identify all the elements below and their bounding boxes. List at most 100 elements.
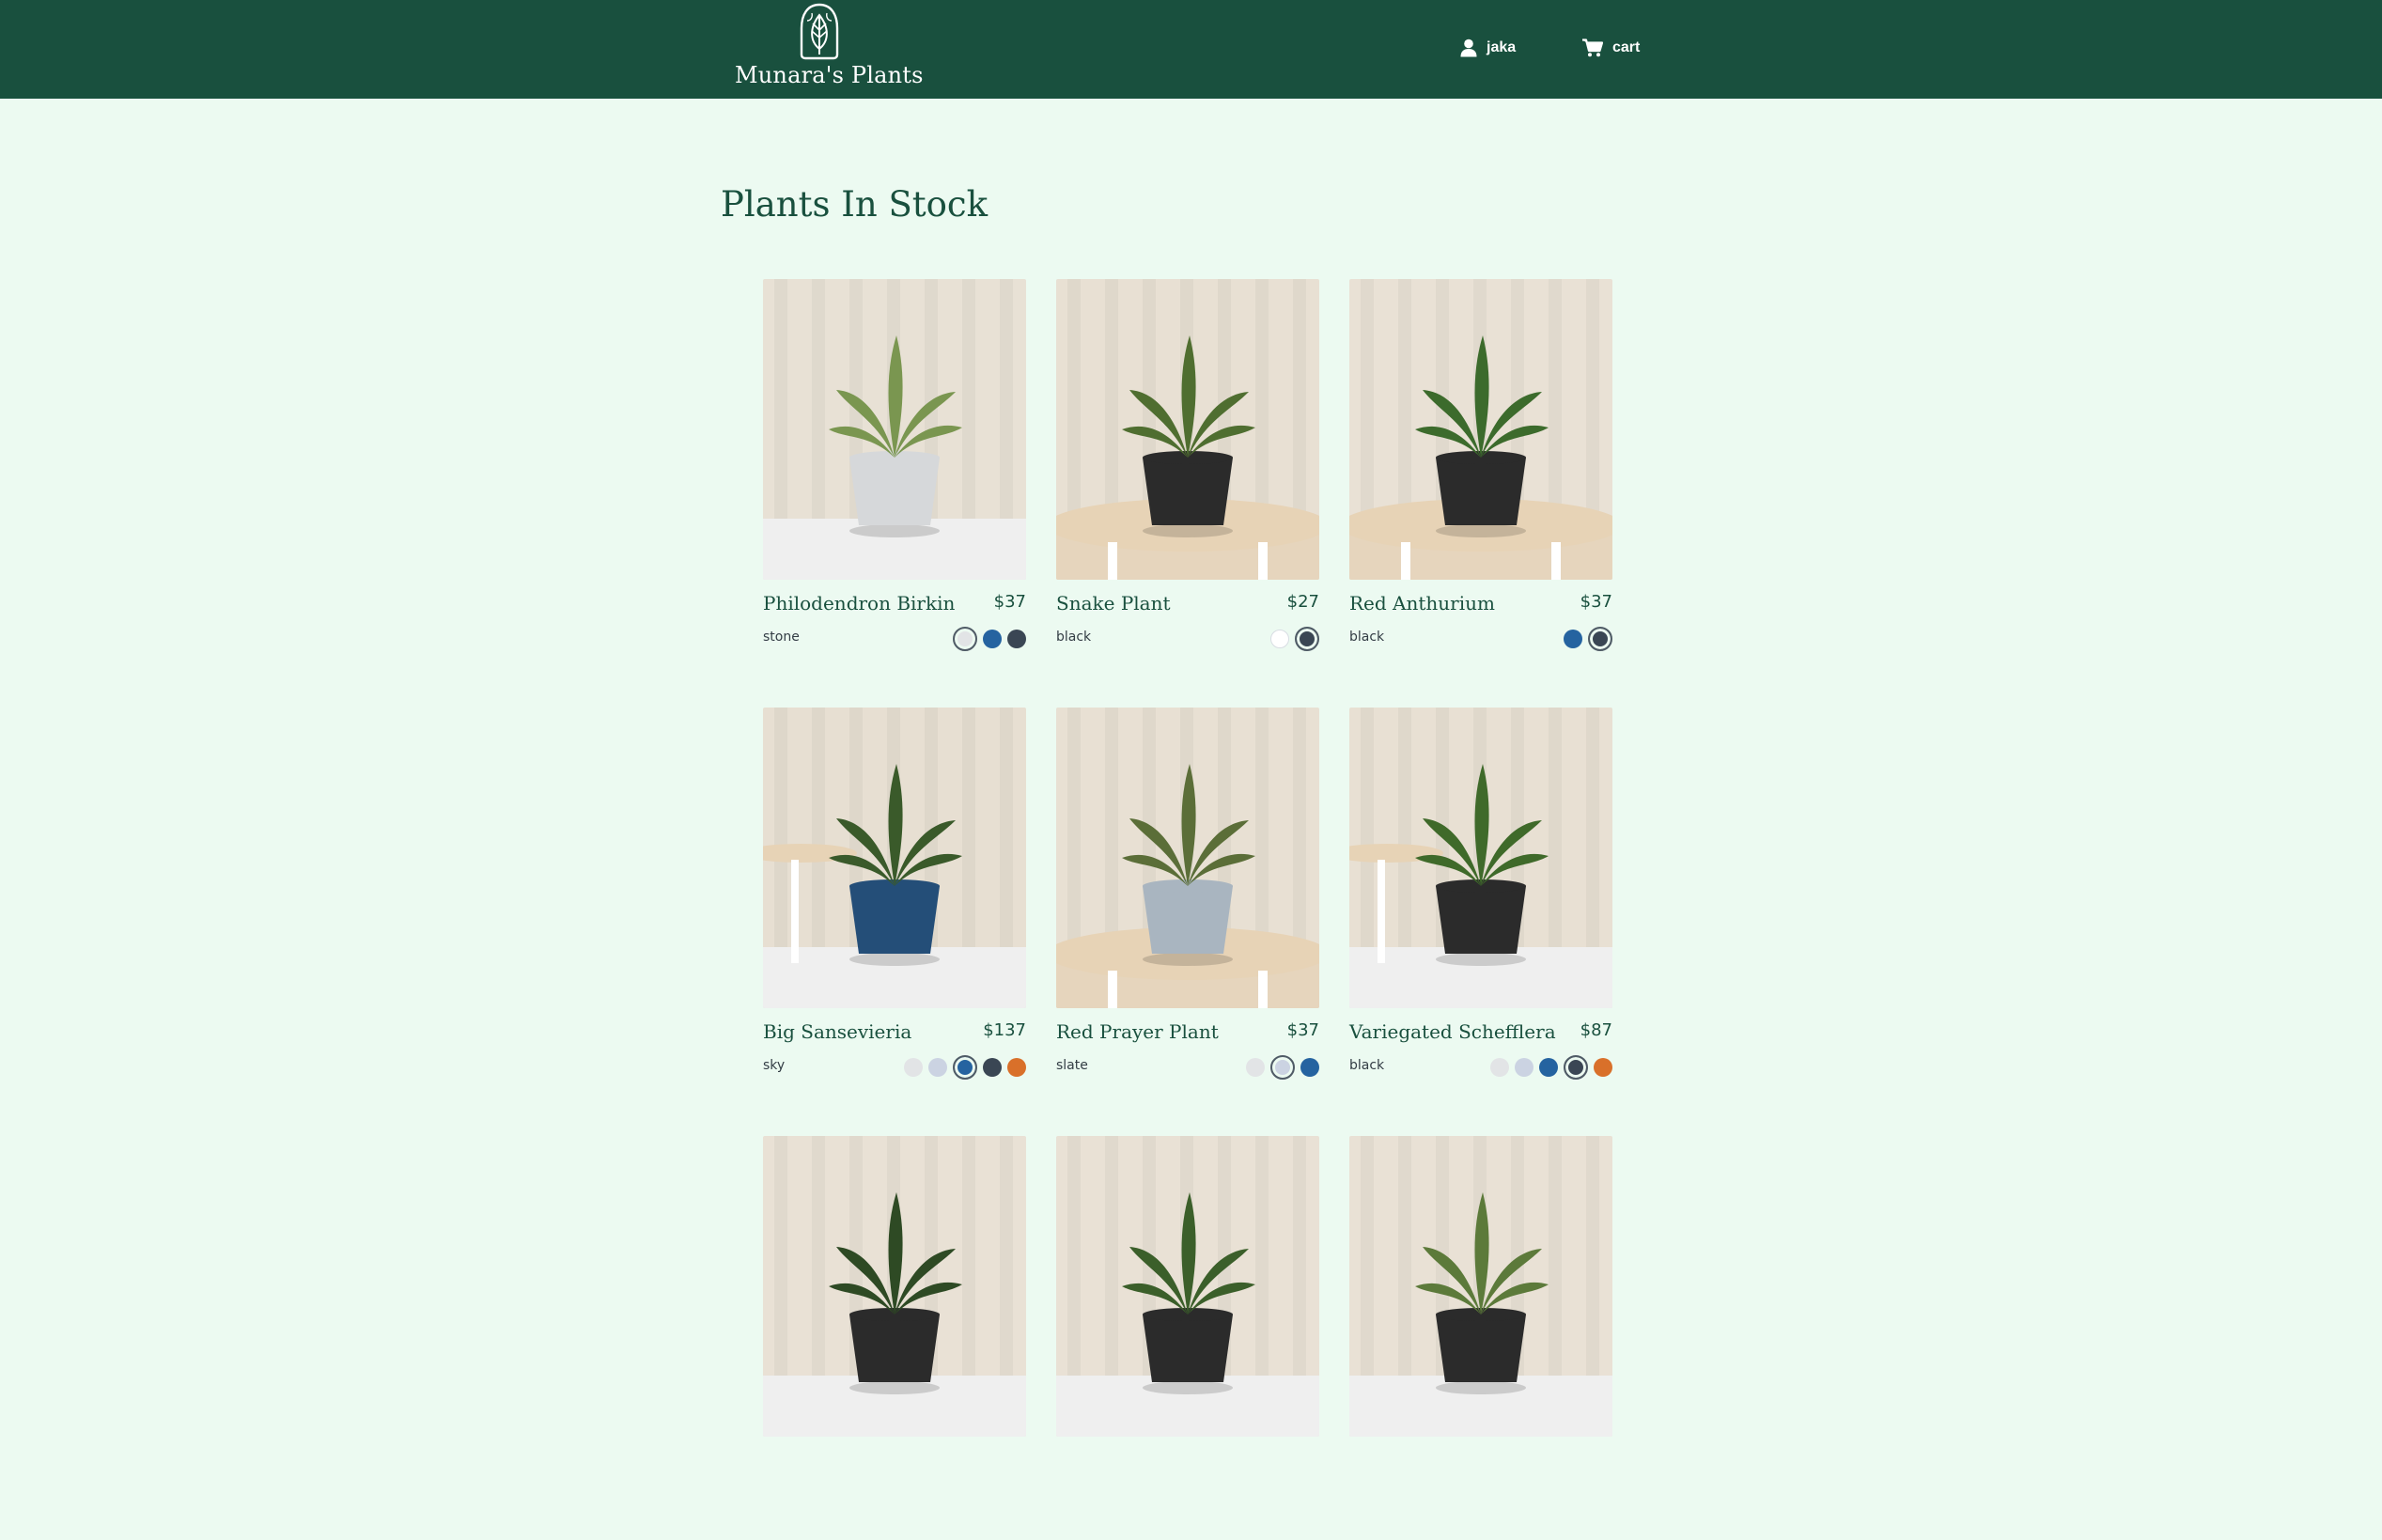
product-image-link[interactable] (1349, 279, 1612, 580)
plant-pot (1143, 458, 1233, 525)
selected-color-label: slate (1056, 1058, 1088, 1073)
product-image-link[interactable] (1056, 708, 1319, 1008)
cart-link[interactable]: cart (1582, 34, 1640, 62)
product-name: Big Sansevieria (763, 1020, 912, 1043)
plant-pot (1143, 1314, 1233, 1382)
product-price: $37 (1286, 1020, 1319, 1040)
cart-label: cart (1612, 39, 1641, 55)
pot-shadow (1436, 524, 1526, 537)
selected-color-label: stone (763, 630, 800, 645)
brand-home-link[interactable]: Munara's Plants (735, 2, 924, 96)
color-swatch-selected[interactable] (1295, 627, 1319, 651)
color-swatch[interactable] (928, 1058, 947, 1077)
color-swatch-selected[interactable] (1270, 1055, 1295, 1080)
product-name: Philodendron Birkin (763, 592, 956, 614)
product-card: Variegated Schefflera $87 black (1349, 708, 1612, 1112)
color-swatches (1270, 626, 1319, 652)
product-photo (763, 708, 1026, 1008)
product-photo (1056, 279, 1319, 580)
product-name: Red Anthurium (1349, 592, 1495, 614)
selected-color-label: sky (763, 1058, 786, 1073)
product-card: Snake Plant $27 black (1056, 279, 1319, 683)
table-leg (1551, 542, 1561, 580)
table-leg (1108, 971, 1117, 1008)
plant-pot (1436, 458, 1526, 525)
color-swatches (1490, 1054, 1612, 1081)
product-card (763, 1136, 1026, 1540)
table-leg (1108, 542, 1117, 580)
selected-color-label: black (1056, 630, 1092, 645)
color-swatch[interactable] (983, 630, 1002, 648)
table-leg (1378, 860, 1385, 963)
product-image-link[interactable] (1349, 1136, 1612, 1437)
color-swatch-selected[interactable] (1588, 627, 1612, 651)
table-leg (1258, 542, 1268, 580)
color-swatch[interactable] (1564, 630, 1582, 648)
color-swatches (953, 626, 1026, 652)
pot-shadow (1143, 953, 1233, 966)
pot-shadow (1436, 1381, 1526, 1394)
color-swatch-selected[interactable] (1564, 1055, 1588, 1080)
color-swatch[interactable] (983, 1058, 1002, 1077)
product-card: Philodendron Birkin $37 stone (763, 279, 1026, 683)
product-photo (763, 1136, 1026, 1437)
product-photo (1349, 279, 1612, 580)
product-image-link[interactable] (1349, 708, 1612, 1008)
product-image-link[interactable] (763, 708, 1026, 1008)
account-link[interactable]: jaka (1460, 34, 1516, 62)
product-image-link[interactable] (763, 279, 1026, 580)
product-image-link[interactable] (1056, 1136, 1319, 1437)
brand-name: Munara's Plants (735, 62, 924, 88)
product-photo (1349, 708, 1612, 1008)
product-photo (1056, 1136, 1319, 1437)
table-leg (791, 860, 799, 963)
shopping-cart-icon (1582, 39, 1603, 57)
plant-pot (1143, 886, 1233, 954)
product-photo (763, 279, 1026, 580)
product-image-link[interactable] (1056, 279, 1319, 580)
color-swatch[interactable] (1594, 1058, 1612, 1077)
product-name: Variegated Schefflera (1349, 1020, 1556, 1043)
color-swatch[interactable] (1539, 1058, 1558, 1077)
product-card (1349, 1136, 1612, 1540)
color-swatch[interactable] (1270, 630, 1289, 648)
table-leg (1401, 542, 1410, 580)
color-swatch[interactable] (1007, 1058, 1026, 1077)
color-swatches (1246, 1054, 1319, 1081)
product-price: $87 (1580, 1020, 1612, 1040)
color-swatch-selected[interactable] (953, 627, 977, 651)
pot-shadow (1436, 953, 1526, 966)
page-title: Plants In Stock (721, 184, 989, 225)
color-swatch-selected[interactable] (953, 1055, 977, 1080)
product-photo (1056, 708, 1319, 1008)
product-card: Big Sansevieria $137 sky (763, 708, 1026, 1112)
product-name: Snake Plant (1056, 592, 1171, 614)
color-swatch[interactable] (1007, 630, 1026, 648)
product-card: Red Prayer Plant $37 slate (1056, 708, 1319, 1112)
selected-color-label: black (1349, 1058, 1385, 1073)
product-photo (1349, 1136, 1612, 1437)
plant-pot (1436, 1314, 1526, 1382)
color-swatch[interactable] (1246, 1058, 1265, 1077)
selected-color-label: black (1349, 630, 1385, 645)
top-navbar: Munara's Plants jaka cart (0, 0, 2382, 99)
plant-pot (849, 1314, 940, 1382)
product-name: Red Prayer Plant (1056, 1020, 1219, 1043)
color-swatches (1564, 626, 1612, 652)
product-card: Red Anthurium $37 black (1349, 279, 1612, 683)
color-swatch[interactable] (1300, 1058, 1319, 1077)
pot-shadow (1143, 1381, 1233, 1394)
plant-pot (1436, 886, 1526, 954)
color-swatch[interactable] (1490, 1058, 1509, 1077)
product-price: $37 (993, 592, 1026, 612)
pot-shadow (1143, 524, 1233, 537)
product-price: $27 (1286, 592, 1319, 612)
account-username: jaka (1487, 39, 1517, 55)
table-leg (1258, 971, 1268, 1008)
product-price: $37 (1580, 592, 1612, 612)
color-swatch[interactable] (904, 1058, 923, 1077)
pot-shadow (849, 1381, 940, 1394)
product-price: $137 (983, 1020, 1026, 1040)
product-image-link[interactable] (763, 1136, 1026, 1437)
color-swatch[interactable] (1515, 1058, 1534, 1077)
